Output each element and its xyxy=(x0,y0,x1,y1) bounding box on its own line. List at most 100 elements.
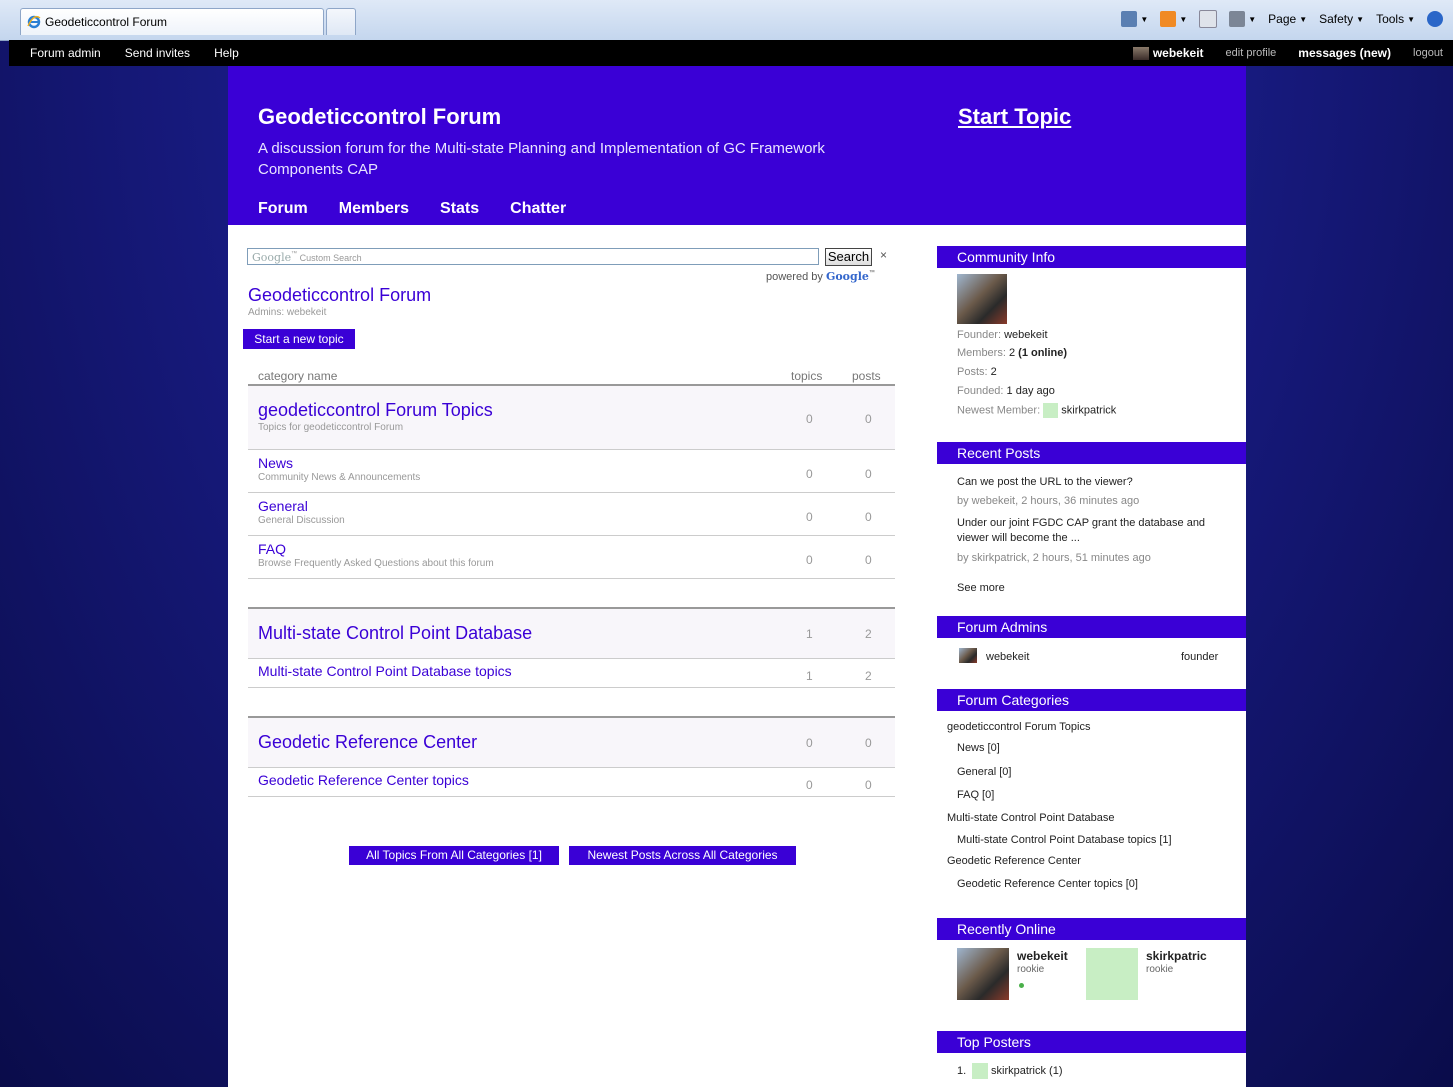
start-new-topic-button[interactable]: Start a new topic xyxy=(243,329,355,349)
search-button[interactable]: Search xyxy=(825,248,872,266)
browser-tab[interactable]: Geodeticcontrol Forum xyxy=(20,8,324,35)
posts-count: 0 xyxy=(865,467,872,481)
print-button[interactable]: ▼ xyxy=(1225,11,1260,27)
home-button[interactable]: ▼ xyxy=(1117,11,1152,27)
online-user-name[interactable]: webekeit xyxy=(1017,949,1068,963)
forum-admins-line: Admins: webekeit xyxy=(248,307,327,318)
safety-menu[interactable]: Safety ▼ xyxy=(1315,12,1368,26)
forum-title[interactable]: Geodeticcontrol Forum xyxy=(248,285,431,306)
category-link[interactable]: Multi-state Control Point Database xyxy=(947,812,1115,824)
topics-count: 1 xyxy=(806,627,813,641)
help-link[interactable]: Help xyxy=(214,46,239,60)
category-description: General Discussion xyxy=(258,515,345,526)
avatar[interactable] xyxy=(1043,403,1059,418)
avatar[interactable] xyxy=(1086,948,1138,1000)
founder-line: Founder: webekeit xyxy=(957,329,1048,341)
recently-online-header: Recently Online xyxy=(937,918,1246,940)
newest-posts-button[interactable]: Newest Posts Across All Categories xyxy=(569,846,796,865)
new-tab-button[interactable] xyxy=(326,8,356,35)
send-invites-link[interactable]: Send invites xyxy=(125,46,190,60)
category-link[interactable]: Multi-state Control Point Database xyxy=(258,623,532,644)
avatar[interactable] xyxy=(957,274,1007,324)
avatar[interactable] xyxy=(972,1063,988,1079)
powered-by-google: powered by Google™ xyxy=(766,270,875,283)
online-count[interactable]: (1 online) xyxy=(1018,347,1067,359)
column-header-posts: posts xyxy=(852,369,881,383)
category-link[interactable]: Geodetic Reference Center xyxy=(258,732,477,753)
members-line: Members: 2 (1 online) xyxy=(957,347,1067,359)
all-topics-button[interactable]: All Topics From All Categories [1] xyxy=(349,846,559,865)
column-header-category: category name xyxy=(258,369,338,383)
online-user-rank: rookie xyxy=(1017,964,1045,975)
category-link[interactable]: Geodetic Reference Center topics xyxy=(258,772,469,788)
nav-members[interactable]: Members xyxy=(339,200,409,218)
site-title[interactable]: Geodeticcontrol Forum xyxy=(258,104,501,130)
category-row: Geodetic Reference Center topics 0 0 xyxy=(248,768,895,797)
rss-icon xyxy=(1160,11,1177,27)
founder-link[interactable]: webekeit xyxy=(1004,329,1047,341)
avatar[interactable] xyxy=(959,648,977,663)
category-description: Browse Frequently Asked Questions about … xyxy=(258,558,494,569)
category-link[interactable]: General xyxy=(258,498,308,514)
close-icon[interactable]: × xyxy=(880,248,887,262)
posts-count: 2 xyxy=(865,669,872,683)
category-link[interactable]: geodeticcontrol Forum Topics xyxy=(947,721,1090,733)
main-nav: Forum Members Stats Chatter xyxy=(258,200,566,218)
topics-count: 0 xyxy=(806,412,813,426)
online-user-name[interactable]: skirkpatric xyxy=(1146,949,1207,963)
category-link[interactable]: FAQ xyxy=(258,541,286,557)
admin-name-link[interactable]: webekeit xyxy=(986,651,1029,663)
founded-label: Founded: xyxy=(957,385,1004,397)
tools-menu[interactable]: Tools ▼ xyxy=(1372,12,1419,26)
recent-post-link[interactable]: Can we post the URL to the viewer? xyxy=(957,476,1227,488)
top-poster-link[interactable]: skirkpatrick (1) xyxy=(991,1065,1063,1077)
page-menu[interactable]: Page ▼ xyxy=(1264,12,1311,26)
category-group-row: Multi-state Control Point Database 1 2 xyxy=(248,609,895,659)
category-link[interactable]: Multi-state Control Point Database topic… xyxy=(258,663,512,679)
category-link[interactable]: General [0] xyxy=(957,766,1011,778)
help-button[interactable] xyxy=(1423,11,1447,27)
feeds-button[interactable]: ▼ xyxy=(1156,11,1191,27)
nav-forum[interactable]: Forum xyxy=(258,200,308,218)
search-input[interactable]: Google™ Custom Search xyxy=(247,248,819,265)
category-link[interactable]: News xyxy=(258,455,293,471)
google-logo: Google xyxy=(825,270,869,283)
mail-button[interactable] xyxy=(1195,10,1221,28)
category-link[interactable]: geodeticcontrol Forum Topics xyxy=(258,400,493,421)
chevron-down-icon: ▼ xyxy=(1179,14,1188,24)
forum-admin-link[interactable]: Forum admin xyxy=(30,46,101,60)
user-link[interactable]: webekeit xyxy=(1132,46,1204,61)
category-link[interactable]: Geodetic Reference Center xyxy=(947,855,1081,867)
mail-icon xyxy=(1199,10,1218,28)
category-link[interactable]: FAQ [0] xyxy=(957,789,994,801)
top-posters-header: Top Posters xyxy=(937,1031,1246,1053)
chevron-down-icon: ▼ xyxy=(1140,14,1149,24)
start-topic-link[interactable]: Start Topic xyxy=(958,104,1071,130)
category-group-row: Geodetic Reference Center 0 0 xyxy=(248,718,895,768)
category-link[interactable]: Multi-state Control Point Database topic… xyxy=(957,834,1172,846)
posts-count: 0 xyxy=(865,553,872,567)
column-header-topics: topics xyxy=(791,369,823,383)
category-link[interactable]: Geodetic Reference Center topics [0] xyxy=(957,878,1138,890)
nav-chatter[interactable]: Chatter xyxy=(510,200,566,218)
posts-count: 2 xyxy=(865,627,872,641)
newest-member-link[interactable]: skirkpatrick xyxy=(1061,404,1116,416)
category-link[interactable]: News [0] xyxy=(957,742,1000,754)
founded-line: Founded: 1 day ago xyxy=(957,385,1055,397)
founder-label: Founder: xyxy=(957,329,1002,341)
safety-menu-label: Safety xyxy=(1319,12,1354,26)
search-placeholder: Custom Search xyxy=(299,253,362,263)
category-group-row: geodeticcontrol Forum Topics Topics for … xyxy=(248,386,895,450)
browser-toolbar: Geodeticcontrol Forum ▼ ▼ ▼ Page ▼ Safety… xyxy=(0,0,1453,41)
recent-post-link[interactable]: Under our joint FGDC CAP grant the datab… xyxy=(957,516,1227,546)
messages-link[interactable]: messages (new) xyxy=(1298,46,1391,60)
top-poster-rank: 1. xyxy=(957,1065,967,1077)
see-more-link[interactable]: See more xyxy=(957,582,1005,594)
avatar[interactable] xyxy=(957,948,1009,1000)
recent-posts-header: Recent Posts xyxy=(937,442,1246,464)
google-logo: Google xyxy=(252,251,292,264)
user-name: webekeit xyxy=(1152,46,1204,60)
edit-profile-link[interactable]: edit profile xyxy=(1226,47,1277,59)
logout-link[interactable]: logout xyxy=(1413,47,1443,59)
nav-stats[interactable]: Stats xyxy=(440,200,479,218)
